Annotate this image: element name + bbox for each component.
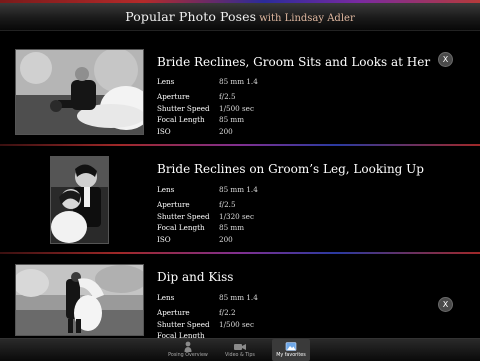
list-item[interactable]: Bride Reclines, Groom Sits and Looks at …	[0, 31, 480, 143]
tab-video-tips[interactable]: Video & Tips	[222, 339, 258, 361]
tab-label: Posing Overview	[168, 353, 208, 358]
spec-label: Lens	[157, 77, 175, 86]
title-bar: Popular Photo Poses with Lindsay Adler	[0, 3, 480, 31]
spec-row-lens: Lens 85 mm 1.4	[157, 185, 258, 197]
spec-row-aperture: Aperture f/2.5	[157, 92, 258, 104]
spec-label: Aperture	[157, 91, 190, 101]
remove-favorite-button[interactable]: X	[438, 297, 453, 312]
tab-label: My favorites	[276, 353, 306, 358]
page-subtitle: with Lindsay Adler	[259, 13, 355, 24]
spec-value: 1/500 sec	[219, 103, 254, 113]
spec-label: Focal Length	[157, 223, 205, 233]
spec-value: 200	[219, 235, 233, 245]
spec-value: f/2.5	[219, 91, 236, 101]
spec-row-shutter: Shutter Speed 1/500 sec	[157, 320, 258, 332]
spec-label: Focal Length	[157, 115, 205, 125]
favorites-photo-icon	[285, 342, 297, 351]
video-camera-icon	[234, 344, 246, 350]
pose-title: Bride Reclines, Groom Sits and Looks at …	[157, 55, 431, 69]
spec-value: 85 mm	[219, 115, 245, 125]
pose-title: Bride Reclines on Groom’s Leg, Looking U…	[157, 162, 424, 176]
spec-label: Focal Length	[157, 331, 205, 338]
spec-row-focal: Focal Length 85 mm	[157, 115, 258, 127]
spec-row-lens: Lens 85 mm 1.4	[157, 77, 258, 89]
spec-value: 200	[219, 127, 233, 137]
tab-bar: Posing Overview Video & Tips My favorite…	[0, 338, 480, 361]
couple-portrait-photo[interactable]	[50, 156, 109, 244]
spec-label: Aperture	[157, 199, 190, 209]
spec-value: 1/500 sec	[219, 319, 254, 329]
spec-row-iso: ISO 200	[157, 235, 258, 247]
page-title: Popular Photo Poses	[125, 9, 257, 24]
spec-row-shutter: Shutter Speed 1/320 sec	[157, 212, 258, 224]
spec-row-aperture: Aperture f/2.5	[157, 200, 258, 212]
remove-favorite-button[interactable]: X	[438, 52, 453, 67]
favorites-list[interactable]: Bride Reclines, Groom Sits and Looks at …	[0, 31, 480, 338]
tab-label: Video & Tips	[225, 353, 255, 358]
list-item[interactable]: Dip and Kiss Lens 85 mm 1.4 Aperture f/2.2…	[0, 254, 480, 338]
spec-label: Shutter Speed	[157, 211, 210, 221]
spec-value: f/2.2	[219, 307, 236, 317]
camera-specs: Lens 85 mm 1.4 Aperture f/2.5 Shutter Spee…	[157, 185, 258, 247]
spec-label: ISO	[157, 235, 171, 245]
list-item[interactable]: Bride Reclines on Groom’s Leg, Looking U…	[0, 146, 480, 258]
tab-posing-overview[interactable]: Posing Overview	[165, 339, 211, 361]
spec-label: Aperture	[157, 307, 190, 317]
spec-label: ISO	[157, 127, 171, 137]
tab-my-favorites[interactable]: My favorites	[272, 339, 310, 361]
spec-row-lens: Lens 85 mm 1.4	[157, 293, 258, 305]
spec-row-focal: Focal Length	[157, 331, 258, 338]
spec-value: f/2.5	[219, 199, 236, 209]
spec-row-aperture: Aperture f/2.2	[157, 308, 258, 320]
spec-value: 1/320 sec	[219, 211, 254, 221]
spec-row-iso: ISO 200	[157, 127, 258, 139]
spec-label: Lens	[157, 293, 175, 302]
spec-label: Lens	[157, 185, 175, 194]
person-icon	[184, 341, 192, 352]
spec-label: Shutter Speed	[157, 319, 210, 329]
couple-dip-kiss-photo[interactable]	[15, 264, 144, 336]
spec-value: 85 mm	[219, 223, 245, 233]
spec-value: 85 mm 1.4	[219, 185, 258, 194]
couple-reclining-photo[interactable]	[15, 49, 144, 135]
spec-value: 85 mm 1.4	[219, 293, 258, 302]
spec-label: Shutter Speed	[157, 103, 210, 113]
spec-row-shutter: Shutter Speed 1/500 sec	[157, 104, 258, 116]
camera-specs: Lens 85 mm 1.4 Aperture f/2.5 Shutter Spee…	[157, 77, 258, 139]
camera-specs: Lens 85 mm 1.4 Aperture f/2.2 Shutter Spee…	[157, 293, 258, 338]
spec-row-focal: Focal Length 85 mm	[157, 223, 258, 235]
spec-value: 85 mm 1.4	[219, 77, 258, 86]
pose-title: Dip and Kiss	[157, 270, 234, 284]
